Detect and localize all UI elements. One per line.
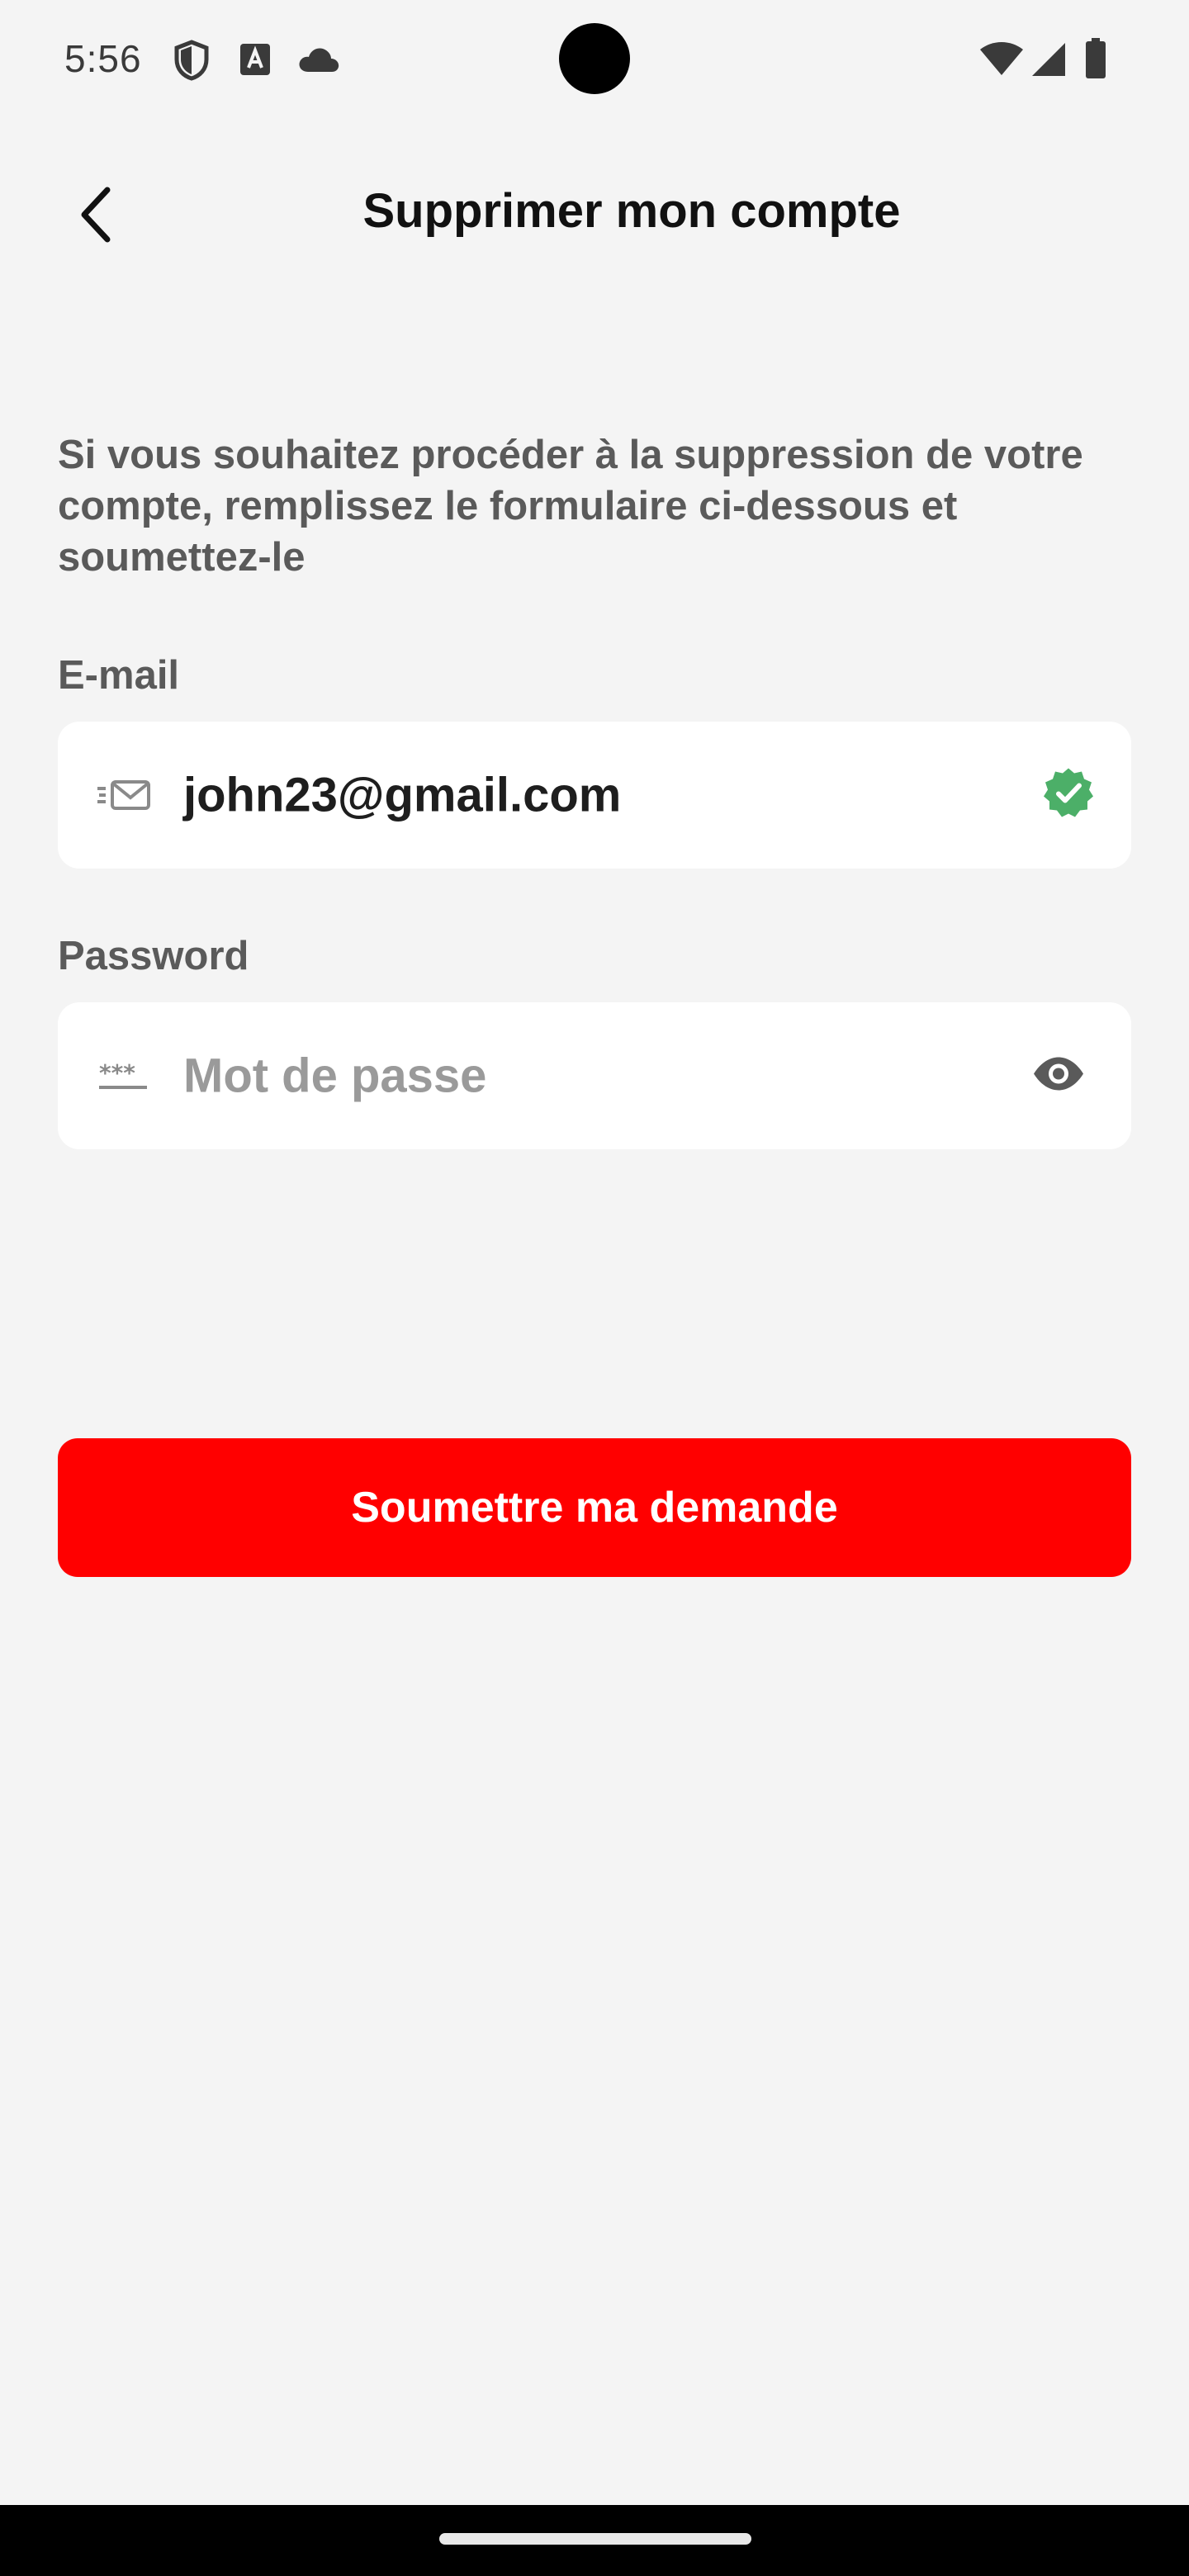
- font-a-icon: [239, 43, 271, 80]
- email-label: E-mail: [58, 653, 180, 698]
- submit-button[interactable]: Soumettre ma demande: [58, 1438, 1131, 1577]
- email-field[interactable]: john23@gmail.com: [58, 722, 1131, 869]
- description-text: Si vous souhaitez procéder à la suppress…: [58, 433, 1083, 580]
- page-title: Supprimer mon compte: [362, 184, 901, 238]
- camera-cutout: [559, 23, 630, 94]
- home-indicator[interactable]: [439, 2533, 751, 2545]
- status-bar: 5:56: [0, 0, 1189, 119]
- svg-text:***: ***: [99, 1059, 135, 1087]
- battery-icon: [1085, 38, 1106, 83]
- password-placeholder: Mot de passe: [183, 1049, 487, 1103]
- navigation-bar: [0, 2505, 1189, 2576]
- envelope-icon: [96, 775, 152, 815]
- password-label: Password: [58, 934, 249, 978]
- shield-icon: [173, 40, 210, 85]
- verified-check-icon: [1042, 767, 1095, 824]
- wifi-icon: [979, 41, 1024, 80]
- eye-icon[interactable]: [1032, 1056, 1085, 1096]
- email-value: john23@gmail.com: [183, 768, 622, 822]
- status-time: 5:56: [64, 37, 142, 80]
- password-field[interactable]: *** Mot de passe: [58, 1002, 1131, 1149]
- cell-signal-icon: [1030, 41, 1067, 82]
- cloud-icon: [297, 46, 340, 77]
- password-dots-icon: ***: [96, 1056, 152, 1096]
